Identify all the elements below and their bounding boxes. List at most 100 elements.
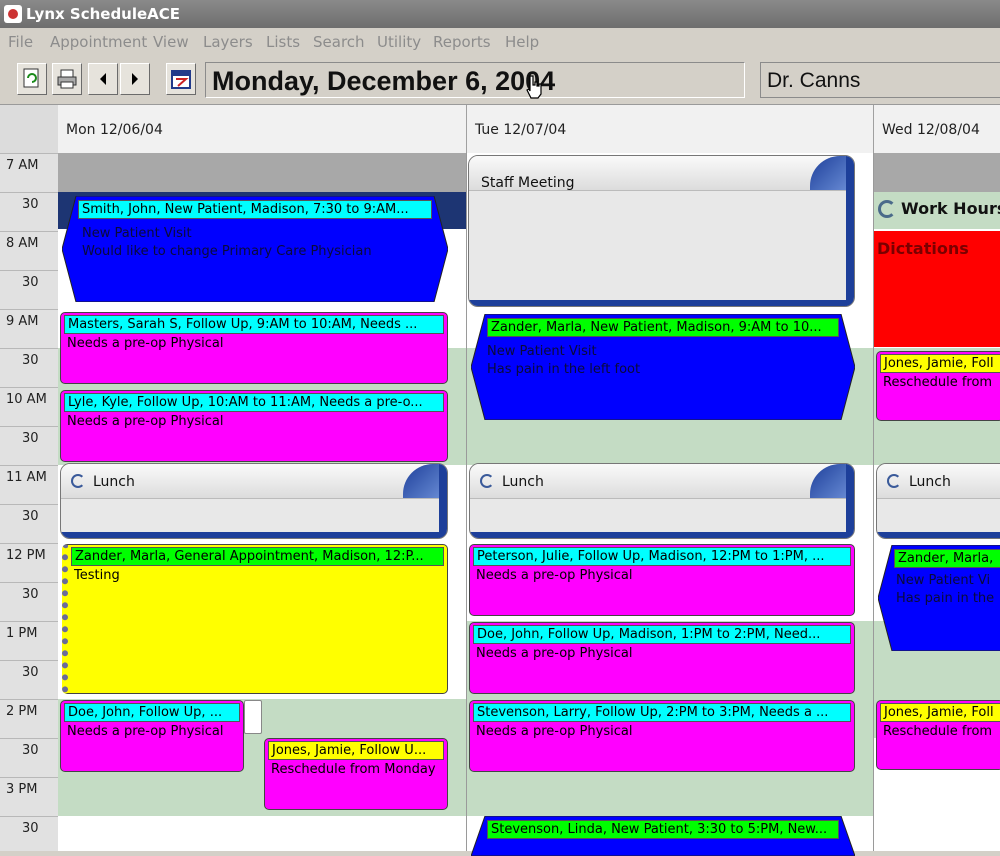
header-corner	[0, 105, 59, 153]
menu-file[interactable]: File	[8, 33, 33, 51]
staff-meeting-block[interactable]: Staff Meeting	[468, 155, 855, 307]
appointment-note: Needs a pre-op Physical	[476, 646, 633, 661]
print-icon	[57, 69, 77, 89]
provider-name: Dr. Canns	[767, 69, 861, 92]
recurring-icon	[71, 474, 85, 488]
day-header-row: Mon 12/06/04 Tue 12/07/04 Wed 12/08/04	[0, 105, 1000, 155]
appointment-header: Zander, Marla, General Appointment, Madi…	[71, 547, 444, 566]
hand-cursor-icon	[526, 75, 542, 99]
appointment-note: Reschedule from Monday	[271, 762, 436, 777]
appointment-masters-sarah[interactable]: Masters, Sarah S, Follow Up, 9:AM to 10:…	[60, 312, 448, 384]
time-column: 7 AM 30 8 AM 30 9 AM 30 10 AM 30 11 AM 3…	[0, 153, 59, 851]
time-label: 30	[22, 509, 39, 524]
window-title: Lynx ScheduleACE	[26, 5, 181, 23]
recurring-icon	[480, 474, 494, 488]
day-column-tue[interactable]: Staff Meeting Zander, Marla, New Patient…	[467, 153, 874, 856]
appointment-note: Needs a pre-op Physical	[67, 724, 224, 739]
time-label: 30	[22, 665, 39, 680]
block-label: Lunch	[909, 474, 951, 490]
day-header-tue[interactable]: Tue 12/07/04	[467, 105, 874, 153]
appointment-note: Reschedule from	[883, 375, 993, 390]
block-label: Staff Meeting	[481, 175, 575, 191]
next-button[interactable]	[120, 63, 150, 95]
menu-layers[interactable]: Layers	[203, 33, 253, 51]
appointment-jones-jamie-wed-2[interactable]: Jones, Jamie, Foll Reschedule from	[876, 700, 1000, 770]
block-label: Lunch	[502, 474, 544, 490]
appointment-doe-john-mon[interactable]: Doe, John, Follow Up, ... Needs a pre-op…	[60, 700, 244, 772]
lunch-block-tue[interactable]: Lunch	[469, 463, 855, 539]
menu-bar: File Appointment View Layers Lists Searc…	[0, 28, 1000, 56]
appointment-note: Has pain in the left foot	[487, 362, 641, 377]
appointment-note: Needs a pre-op Physical	[476, 724, 633, 739]
appointment-header: Jones, Jamie, Foll	[880, 703, 1000, 722]
time-label: 3 PM	[6, 782, 38, 797]
day-header-mon[interactable]: Mon 12/06/04	[58, 105, 467, 153]
unavailable-band	[874, 153, 1000, 192]
refresh-icon	[23, 68, 39, 88]
appointment-note: Reschedule from	[883, 724, 993, 739]
time-label: 30	[22, 821, 39, 836]
time-label: 7 AM	[6, 158, 39, 173]
appointment-note: Needs a pre-op Physical	[67, 414, 224, 429]
menu-utility[interactable]: Utility	[377, 33, 421, 51]
appointment-zander-marla-wed[interactable]: Zander, Marla, New Patient Vi Has pain i…	[878, 545, 1000, 651]
day-label: Wed 12/08/04	[882, 122, 980, 138]
appointment-note: Needs a pre-op Physical	[476, 568, 633, 583]
unavailable-band	[58, 153, 466, 192]
time-label: 9 AM	[6, 314, 39, 329]
time-label: 12 PM	[6, 548, 46, 563]
appointment-jones-jamie-wed-1[interactable]: Jones, Jamie, Foll Reschedule from	[876, 351, 1000, 421]
appointment-stevenson-larry[interactable]: Stevenson, Larry, Follow Up, 2:PM to 3:P…	[469, 700, 855, 772]
block-label: Lunch	[93, 474, 135, 490]
appointment-lyle-kyle[interactable]: Lyle, Kyle, Follow Up, 10:AM to 11:AM, N…	[60, 390, 448, 462]
date-display[interactable]: Monday, December 6, 2004	[205, 62, 745, 98]
refresh-button[interactable]	[17, 63, 47, 95]
menu-search[interactable]: Search	[313, 33, 365, 51]
title-bar: Lynx ScheduleACE	[0, 0, 1000, 28]
appointment-header: Doe, John, Follow Up, Madison, 1:PM to 2…	[473, 625, 851, 644]
appointment-note: Testing	[74, 568, 120, 583]
day-label: Tue 12/07/04	[475, 122, 567, 138]
time-label: 30	[22, 743, 39, 758]
appointment-note: Needs a pre-op Physical	[67, 336, 224, 351]
appointment-header: Smith, John, New Patient, Madison, 7:30 …	[78, 200, 432, 219]
time-label: 1 PM	[6, 626, 38, 641]
recurring-icon	[887, 474, 901, 488]
appointment-header: Lyle, Kyle, Follow Up, 10:AM to 11:AM, N…	[64, 393, 444, 412]
appointment-header: Jones, Jamie, Foll	[880, 354, 1000, 373]
day-column-mon[interactable]: Smith, John, New Patient, Madison, 7:30 …	[58, 153, 467, 851]
menu-view[interactable]: View	[153, 33, 189, 51]
date-text: Monday, December 6, 2004	[212, 66, 556, 96]
time-label: 30	[22, 587, 39, 602]
appointment-peterson-julie[interactable]: Peterson, Julie, Follow Up, Madison, 12:…	[469, 544, 855, 616]
appointment-jones-jamie-mon[interactable]: Jones, Jamie, Follow U... Reschedule fro…	[264, 738, 448, 810]
time-label: 30	[22, 431, 39, 446]
block-label: Dictations	[877, 239, 969, 258]
appointment-note: New Patient Visit	[82, 226, 192, 241]
appointment-smith-john[interactable]: Smith, John, New Patient, Madison, 7:30 …	[62, 196, 448, 302]
day-header-wed[interactable]: Wed 12/08/04	[874, 105, 1000, 153]
calendar-button[interactable]	[166, 63, 196, 95]
menu-help[interactable]: Help	[505, 33, 539, 51]
appointment-zander-marla-mon[interactable]: Zander, Marla, General Appointment, Madi…	[62, 544, 448, 694]
dictations-block[interactable]: Dictations	[874, 231, 1000, 347]
day-label: Mon 12/06/04	[66, 122, 163, 138]
app-icon	[4, 5, 22, 23]
lunch-block-mon[interactable]: Lunch	[60, 463, 448, 539]
calendar-icon	[171, 70, 191, 89]
menu-appointment[interactable]: Appointment	[50, 33, 147, 51]
lunch-block-wed[interactable]: Lunch	[876, 463, 1000, 539]
appointment-zander-marla-tue[interactable]: Zander, Marla, New Patient, Madison, 9:A…	[471, 314, 855, 420]
appointment-header: Doe, John, Follow Up, ...	[64, 703, 240, 722]
menu-lists[interactable]: Lists	[266, 33, 300, 51]
print-button[interactable]	[52, 63, 82, 95]
appointment-header: Stevenson, Larry, Follow Up, 2:PM to 3:P…	[473, 703, 851, 722]
menu-reports[interactable]: Reports	[433, 33, 491, 51]
prev-button[interactable]	[88, 63, 118, 95]
appointment-doe-john-tue[interactable]: Doe, John, Follow Up, Madison, 1:PM to 2…	[469, 622, 855, 694]
provider-selector[interactable]: Dr. Canns	[760, 62, 1000, 98]
appointment-stevenson-linda[interactable]: Stevenson, Linda, New Patient, 3:30 to 5…	[471, 816, 855, 856]
empty-slot[interactable]	[244, 700, 262, 734]
appointment-header: Zander, Marla,	[894, 549, 1000, 568]
day-column-wed[interactable]: Work Hours Dictations Jones, Jamie, Foll…	[874, 153, 1000, 851]
